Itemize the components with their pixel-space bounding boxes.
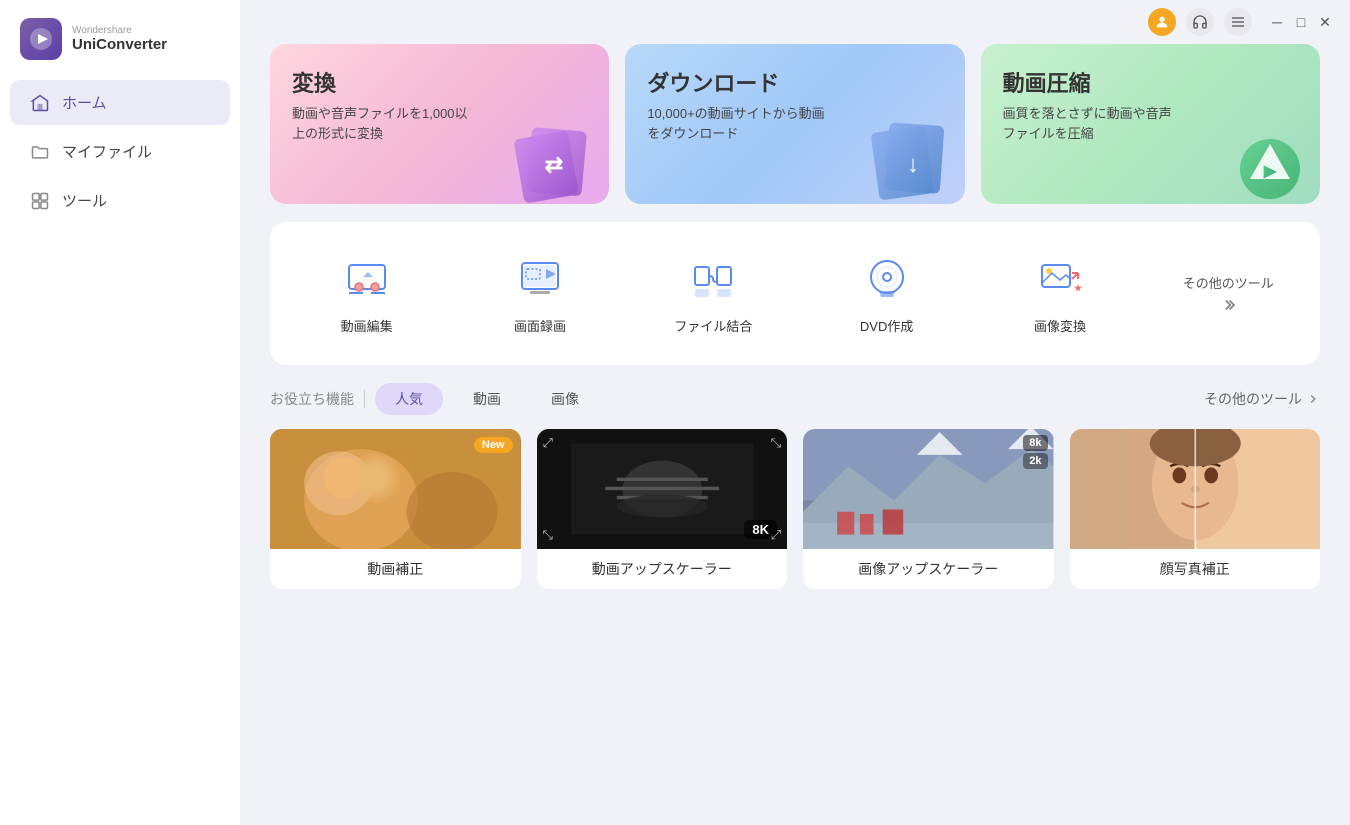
folder-icon <box>30 142 50 162</box>
tool-img-convert[interactable]: ★ 画像変換 <box>973 242 1146 345</box>
more-tools-button[interactable]: その他のツール <box>1147 273 1310 314</box>
minimize-button[interactable]: ─ <box>1268 13 1286 31</box>
download-title: ダウンロード <box>647 66 942 98</box>
video-upscaler-label: 動画アップスケーラー <box>537 549 788 589</box>
tools-icon <box>30 191 50 211</box>
tool-video-edit[interactable]: 動画編集 <box>280 242 453 345</box>
convert-desc: 動画や音声ファイルを1,000以上の形式に変換 <box>292 104 472 143</box>
home-label: ホーム <box>62 92 107 113</box>
feature-card-video-repair[interactable]: New 動画補正 <box>270 429 521 589</box>
tool-file-merge[interactable]: ファイル結合 <box>627 242 800 345</box>
support-button[interactable] <box>1186 8 1214 36</box>
hero-card-convert[interactable]: 変換 動画や音声ファイルを1,000以上の形式に変換 ⇄ <box>270 44 609 204</box>
video-repair-label: 動画補正 <box>270 549 521 589</box>
file-merge-icon <box>686 252 740 306</box>
expand-icon-br: ⤢ <box>771 527 781 543</box>
new-badge: New <box>474 437 513 453</box>
home-icon <box>30 93 50 113</box>
featured-section: お役立ち機能 人気 動画 画像 その他のツール <box>270 383 1320 589</box>
file-merge-label: ファイル結合 <box>674 316 752 335</box>
expand-icon-bl: ⤡ <box>543 527 553 543</box>
close-button[interactable]: ✕ <box>1316 13 1334 31</box>
featured-label: お役立ち機能 <box>270 389 354 409</box>
menu-button[interactable] <box>1224 8 1252 36</box>
face-enhance-thumb <box>1070 429 1321 549</box>
download-desc: 10,000+の動画サイトから動画をダウンロード <box>647 104 827 143</box>
more-tools-label: その他のツール <box>1183 273 1274 292</box>
sidebar: Wondershare UniConverter ホーム マイファイル ツール <box>0 0 240 825</box>
feature-card-face-enhance[interactable]: 顔写真補正 <box>1070 429 1321 589</box>
feature-card-video-upscaler[interactable]: 8K ⤢ ⤡ ⤡ ⤢ 動画アップスケーラー <box>537 429 788 589</box>
svg-text:⇄: ⇄ <box>545 152 563 177</box>
window-controls: ─ □ ✕ <box>1268 13 1334 31</box>
more-tools-link[interactable]: その他のツール <box>1204 389 1320 409</box>
hero-card-download[interactable]: ダウンロード 10,000+の動画サイトから動画をダウンロード ↓ <box>625 44 964 204</box>
download-icon: ↓ <box>855 104 955 204</box>
maximize-button[interactable]: □ <box>1292 13 1310 31</box>
content-area: 変換 動画や音声ファイルを1,000以上の形式に変換 ⇄ <box>240 44 1350 825</box>
img-convert-label: 画像変換 <box>1034 316 1086 335</box>
tool-screen-rec[interactable]: 画面録画 <box>453 242 626 345</box>
logo-area: Wondershare UniConverter <box>0 0 240 78</box>
convert-icon: ⇄ <box>499 104 599 204</box>
convert-title: 変換 <box>292 66 587 98</box>
img-upscaler-label: 画像アップスケーラー <box>803 549 1054 589</box>
video-edit-icon <box>340 252 394 306</box>
tab-video[interactable]: 動画 <box>453 383 521 415</box>
sidebar-item-myfiles[interactable]: マイファイル <box>10 129 230 174</box>
tools-label: ツール <box>62 190 107 211</box>
dvd-label: DVD作成 <box>860 316 913 335</box>
res-badge-8k: 8k <box>1023 435 1047 451</box>
expand-icon-tl: ⤢ <box>543 435 553 451</box>
feature-card-img-upscaler[interactable]: 8k 2k 画像アップスケーラー <box>803 429 1054 589</box>
tool-dvd[interactable]: DVD作成 <box>800 242 973 345</box>
compress-title: 動画圧縮 <box>1003 66 1298 98</box>
myfiles-label: マイファイル <box>62 141 152 162</box>
logo-brand: Wondershare <box>72 25 167 36</box>
main-area: ─ □ ✕ 変換 動画や音声ファイルを1,000以上の形式に変換 <box>240 0 1350 825</box>
user-icon-button[interactable] <box>1148 8 1176 36</box>
sidebar-item-home[interactable]: ホーム <box>10 80 230 125</box>
tab-popular[interactable]: 人気 <box>375 383 443 415</box>
titlebar: ─ □ ✕ <box>240 0 1350 44</box>
compress-desc: 画質を落とさずに動画や音声ファイルを圧縮 <box>1003 104 1183 143</box>
tab-image[interactable]: 画像 <box>531 383 599 415</box>
hero-card-compress[interactable]: 動画圧縮 画質を落とさずに動画や音声ファイルを圧縮 ▶ <box>981 44 1320 204</box>
svg-text:★: ★ <box>1074 283 1083 293</box>
compress-icon: ▶ <box>1210 104 1310 204</box>
dvd-icon <box>860 252 914 306</box>
app-logo-icon <box>20 18 62 60</box>
svg-text:▶: ▶ <box>1263 163 1277 180</box>
feature-cards: New 動画補正 <box>270 429 1320 589</box>
video-edit-label: 動画編集 <box>341 316 393 335</box>
more-chevron-icon <box>1306 392 1320 406</box>
logo-text: Wondershare UniConverter <box>72 25 167 53</box>
video-repair-thumb: New <box>270 429 521 549</box>
img-convert-icon: ★ <box>1033 252 1087 306</box>
tools-grid: 動画編集 画面録画 <box>270 222 1320 365</box>
screen-rec-label: 画面録画 <box>514 316 566 335</box>
expand-icon-tr: ⤡ <box>771 435 781 451</box>
sidebar-item-tools[interactable]: ツール <box>10 178 230 223</box>
chevron-right-icon <box>1219 296 1237 314</box>
video-upscaler-thumb: 8K ⤢ ⤡ ⤡ ⤢ <box>537 429 788 549</box>
face-enhance-label: 顔写真補正 <box>1070 549 1321 589</box>
svg-text:↓: ↓ <box>907 151 919 178</box>
hero-cards: 変換 動画や音声ファイルを1,000以上の形式に変換 ⇄ <box>270 44 1320 204</box>
logo-product: UniConverter <box>72 36 167 53</box>
featured-header: お役立ち機能 人気 動画 画像 その他のツール <box>270 383 1320 415</box>
screen-rec-icon <box>513 252 567 306</box>
res-badge-2k: 2k <box>1023 453 1047 469</box>
img-upscaler-thumb: 8k 2k <box>803 429 1054 549</box>
featured-divider <box>364 390 365 408</box>
